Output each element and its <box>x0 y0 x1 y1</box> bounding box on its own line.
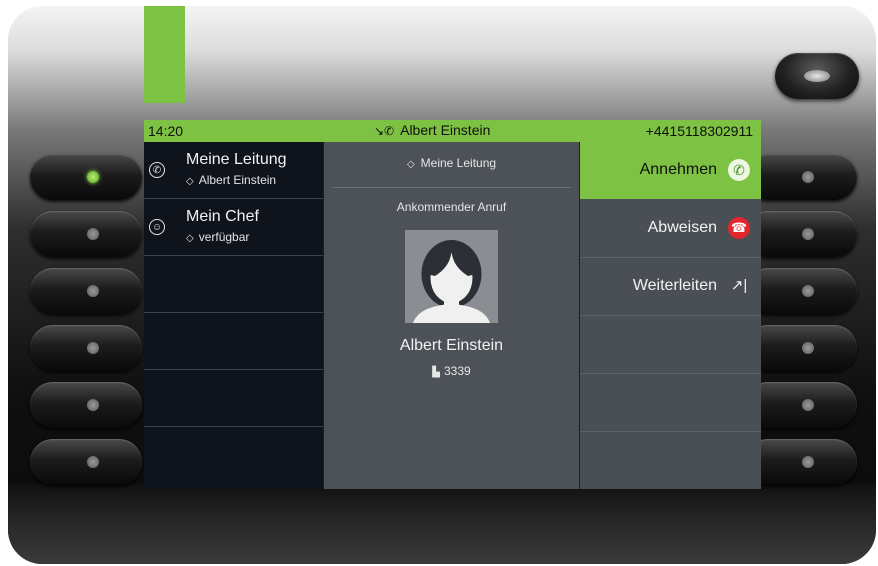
key-dot-icon <box>87 342 99 354</box>
line-sub-text: Albert Einstein <box>198 173 277 187</box>
right-action-key-1[interactable] <box>745 154 857 200</box>
line-status-icon: ◇ <box>406 159 415 170</box>
left-line-key-1[interactable] <box>30 154 142 200</box>
left-line-key-2[interactable] <box>30 211 142 257</box>
caller-name: Albert Einstein <box>399 337 504 354</box>
incoming-call-icon: ↘✆ <box>374 124 395 138</box>
line-status-icon: ◇ <box>186 176 194 187</box>
key-dot-icon <box>87 285 99 297</box>
clock: 14:20 <box>148 123 184 139</box>
line-list: ✆ Meine Leitung ◇ Albert Einstein ☺ Mein … <box>144 142 323 489</box>
caller-extension: ▙ 3339 <box>324 364 579 378</box>
key-dot-icon <box>802 171 814 183</box>
key-dot-icon <box>802 456 814 468</box>
line-name: Meine Leitung <box>186 151 287 168</box>
line-sub: ◇ Albert Einstein <box>186 173 276 187</box>
call-line-label: ◇ Meine Leitung <box>324 156 579 170</box>
forward-button[interactable]: Weiterleiten ↗| <box>580 258 761 316</box>
hangup-icon: ☎ <box>728 217 750 239</box>
line-item-empty <box>144 256 323 313</box>
line-item-empty <box>144 313 323 370</box>
right-action-key-5[interactable] <box>745 382 857 428</box>
line-item-mein-chef[interactable]: ☺ Mein Chef ◇ verfügbar <box>144 199 323 256</box>
line-led-icon <box>87 171 99 183</box>
phone-display: 14:20 ↘✆ Albert Einstein +4415118302911 ✆… <box>144 120 761 489</box>
left-line-key-6[interactable] <box>30 439 142 485</box>
line-name: Mein Chef <box>186 208 259 225</box>
left-line-key-3[interactable] <box>30 268 142 314</box>
caller-number: +4415118302911 <box>645 123 753 139</box>
forward-arrow-icon: ↗| <box>730 277 748 294</box>
call-line-text: Meine Leitung <box>420 156 497 170</box>
status-caller: ↘✆ Albert Einstein <box>374 122 490 138</box>
line-sub: ◇ verfügbar <box>186 230 249 244</box>
extension-number: 3339 <box>444 364 471 378</box>
top-function-button[interactable] <box>775 53 859 99</box>
person-line-icon: ☺ <box>149 219 165 235</box>
action-list: Annehmen ✆ Abweisen ☎ Weiterleiten ↗| <box>580 142 761 489</box>
phone-line-icon: ✆ <box>149 162 165 178</box>
caller-avatar <box>405 230 498 323</box>
key-dot-icon <box>802 342 814 354</box>
line-status-icon: ◇ <box>186 233 194 244</box>
action-empty <box>580 316 761 374</box>
action-empty <box>580 374 761 432</box>
key-dot-icon <box>802 228 814 240</box>
line-sub-text: verfügbar <box>198 230 250 244</box>
status-caller-name: Albert Einstein <box>400 122 491 138</box>
right-action-key-2[interactable] <box>745 211 857 257</box>
left-line-key-5[interactable] <box>30 382 142 428</box>
left-line-key-4[interactable] <box>30 325 142 371</box>
answer-label: Annehmen <box>639 161 717 178</box>
key-dot-icon <box>87 399 99 411</box>
forward-label: Weiterleiten <box>632 277 717 294</box>
building-icon: ▙ <box>432 367 440 378</box>
status-bar: 14:20 ↘✆ Albert Einstein +4415118302911 <box>144 120 761 142</box>
top-button-lens <box>804 70 830 82</box>
divider <box>332 187 571 188</box>
key-dot-icon <box>802 285 814 297</box>
right-action-key-6[interactable] <box>745 439 857 485</box>
right-action-key-4[interactable] <box>745 325 857 371</box>
key-dot-icon <box>87 456 99 468</box>
key-dot-icon <box>87 228 99 240</box>
line-item-empty <box>144 370 323 427</box>
right-action-key-3[interactable] <box>745 268 857 314</box>
green-indicator-tab <box>144 6 185 103</box>
reject-label: Abweisen <box>647 219 717 236</box>
reject-button[interactable]: Abweisen ☎ <box>580 200 761 258</box>
line-item-meine-leitung[interactable]: ✆ Meine Leitung ◇ Albert Einstein <box>144 142 323 199</box>
answer-button[interactable]: Annehmen ✆ <box>580 142 761 199</box>
call-state: Ankommender Anruf <box>396 200 507 214</box>
answer-phone-icon: ✆ <box>728 159 750 181</box>
call-panel: ◇ Meine Leitung Ankommender Anruf Albert … <box>324 142 579 489</box>
key-dot-icon <box>802 399 814 411</box>
